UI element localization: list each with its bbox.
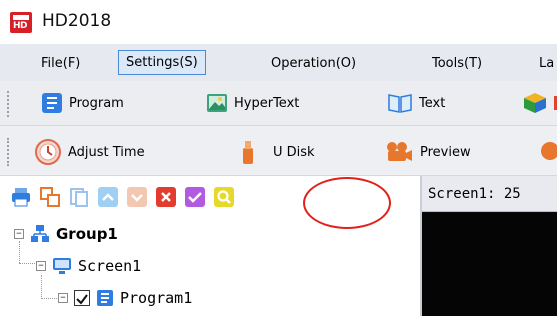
checkbox-icon[interactable] [74,290,90,306]
preview-title: Screen1: 25 [428,186,521,202]
screen-label: Screen1 [78,257,142,275]
collapse-icon[interactable]: − [14,229,24,239]
program-button[interactable]: Program [41,91,124,115]
paste-icon[interactable] [69,187,89,207]
logo-text: HD [13,21,28,31]
text-label: Text [419,95,446,111]
window-title: HD2018 [42,11,112,31]
usb-drive-icon [241,139,255,165]
menu-language[interactable]: La [539,56,554,71]
menu-settings[interactable]: Settings(S) [118,50,206,75]
toolbar-grip[interactable] [7,138,10,166]
main-toolbar: Program HyperText Text [0,81,557,126]
preview-button[interactable]: Preview [384,139,471,165]
monitor-icon [52,256,72,276]
title-bar: HD HD2018 [0,0,557,44]
image-icon [206,92,228,114]
preview-header: Screen1: 25 [422,176,557,212]
program-node-label: Program1 [120,289,193,307]
delete-icon[interactable] [156,187,176,207]
3d-button[interactable] [522,91,557,115]
move-up-icon[interactable] [98,187,118,207]
collapse-icon[interactable]: − [58,293,68,303]
menu-tools[interactable]: Tools(T) [432,56,482,71]
hd-logo-icon: HD [10,12,32,33]
partial-tool-icon[interactable] [541,142,557,160]
menu-bar: File(F) Settings(S) Operation(O) Tools(T… [0,44,557,81]
camera-icon [384,141,414,163]
move-down-icon[interactable] [127,187,147,207]
menu-operation[interactable]: Operation(O) [271,56,356,71]
led-screen-preview[interactable] [422,213,557,316]
preview-panel: Screen1: 25 [420,176,557,316]
program-icon [96,289,114,307]
screen-tree: − Group1 − Screen1 − Program1 [0,216,418,316]
hypertext-label: HyperText [234,95,300,111]
text-button[interactable]: Text [387,91,445,115]
adjust-time-label: Adjust Time [68,144,145,160]
copy-icon[interactable] [40,187,60,207]
udisk-label: U Disk [273,144,315,160]
tree-node-screen[interactable]: − Screen1 [36,256,141,276]
hypertext-button[interactable]: HyperText [206,91,299,115]
tree-node-group[interactable]: − Group1 [14,224,118,244]
secondary-toolbar: Adjust Time U Disk Preview [0,126,557,176]
check-icon[interactable] [185,187,205,207]
tree-node-program[interactable]: − Program1 [58,289,192,307]
adjust-time-button[interactable]: Adjust Time [34,139,145,165]
preview-label: Preview [420,144,471,160]
group-icon [30,224,50,244]
collapse-icon[interactable]: − [36,261,46,271]
tree-toolbar [0,176,418,216]
search-icon[interactable] [214,187,234,207]
printer-icon[interactable] [11,187,31,207]
udisk-button[interactable]: U Disk [241,139,315,165]
group-label: Group1 [56,225,118,243]
cube-icon [522,92,548,114]
program-icon [41,92,63,114]
clock-icon [34,138,62,166]
program-label: Program [69,95,124,111]
toolbar-grip[interactable] [7,91,10,117]
menu-file[interactable]: File(F) [41,56,80,71]
book-icon [387,92,413,114]
